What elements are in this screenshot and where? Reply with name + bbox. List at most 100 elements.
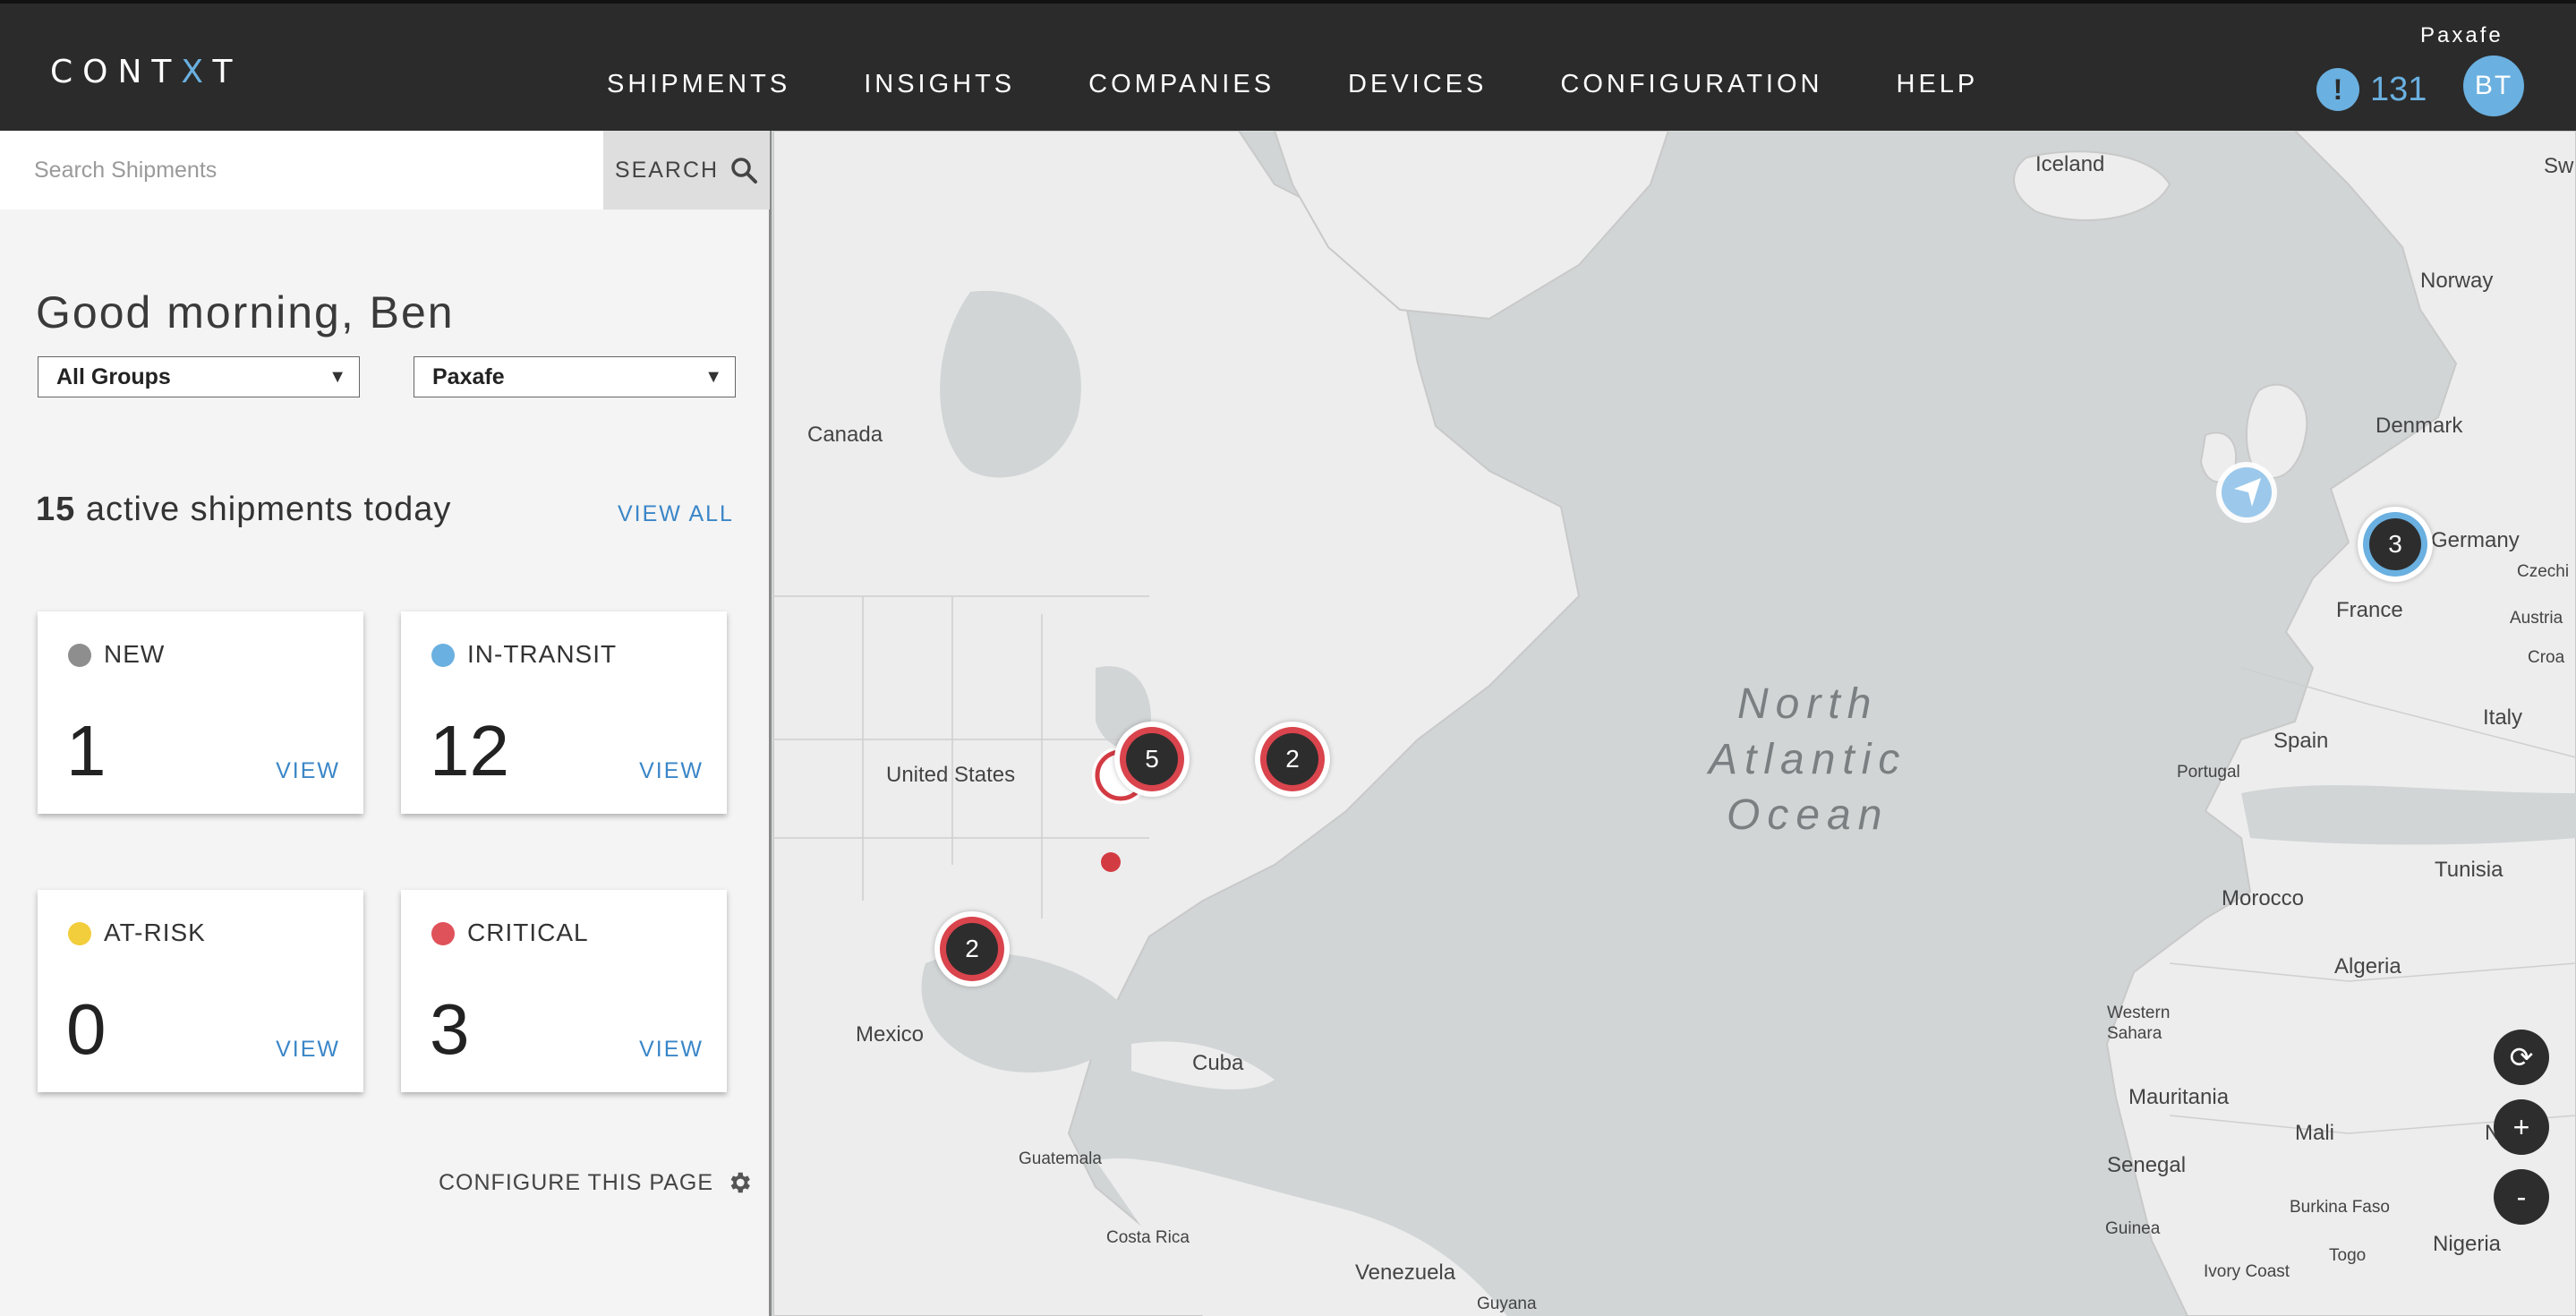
nav-companies[interactable]: COMPANIES (1088, 70, 1275, 99)
place-label: Portugal (2177, 763, 2240, 782)
place-label: Italy (2483, 705, 2523, 730)
exclamation-icon: ! (2316, 68, 2359, 111)
logo-text-x: X (181, 54, 213, 90)
shipment-cluster[interactable]: 3 (2358, 507, 2433, 582)
shipment-marker (1101, 852, 1121, 872)
alerts-indicator[interactable]: ! 131 (2316, 68, 2427, 111)
place-label: Morocco (2222, 886, 2305, 910)
view-at-risk-link[interactable]: VIEW (276, 1037, 340, 1063)
sidebar: SEARCH Good morning, Ben All Groups ▼ Pa… (0, 131, 772, 1316)
place-label: Senegal (2107, 1153, 2187, 1177)
place-label: Guyana (1477, 1295, 1537, 1313)
place-label: Nigeria (2433, 1232, 2502, 1256)
logo-text-suffix: T (212, 54, 243, 90)
place-label: Croa (2528, 648, 2565, 667)
view-critical-link[interactable]: VIEW (639, 1037, 704, 1063)
shipments-map[interactable]: Iceland Norway Denmark Sw Canada Germany… (773, 131, 2576, 1316)
place-label: Ivory Coast (2204, 1262, 2290, 1281)
active-shipments-summary: 15 active shipments today (36, 491, 451, 529)
place-label: Algeria (2334, 954, 2401, 978)
company-select-value: Paxafe (432, 363, 505, 389)
place-label: Burkina Faso (2290, 1198, 2390, 1217)
nav-shipments[interactable]: SHIPMENTS (607, 70, 790, 99)
status-dot (68, 922, 91, 945)
view-in-transit-link[interactable]: VIEW (639, 758, 704, 784)
cluster-ring: 2 (940, 917, 1004, 981)
zoom-in-button[interactable]: + (2494, 1099, 2549, 1155)
cluster-ring: 3 (2363, 512, 2427, 577)
shipment-cluster[interactable]: 2 (1255, 722, 1330, 797)
shipment-cluster[interactable]: 2 (934, 911, 1010, 987)
place-label: Mali (2295, 1121, 2335, 1145)
nav-devices[interactable]: DEVICES (1348, 70, 1487, 99)
cluster-count: 3 (2369, 518, 2421, 570)
place-label: Austria (2510, 609, 2563, 628)
shipment-cluster[interactable]: 5 (1114, 722, 1190, 797)
nav-configuration[interactable]: CONFIGURATION (1560, 70, 1822, 99)
cluster-count: 2 (946, 923, 998, 975)
cluster-count: 2 (1267, 733, 1318, 785)
cluster-ring: 2 (1260, 727, 1325, 791)
place-label: Iceland (2035, 152, 2105, 176)
group-select-value: All Groups (56, 363, 171, 389)
ocean-label: North Atlantic Ocean (1709, 677, 1906, 843)
place-label: Denmark (2376, 414, 2463, 438)
view-all-link[interactable]: VIEW ALL (618, 501, 734, 527)
search-button[interactable]: SEARCH (603, 131, 770, 209)
search-icon (731, 158, 758, 184)
status-card-critical[interactable]: CRITICAL 3 VIEW (401, 890, 727, 1092)
place-label: Cuba (1192, 1051, 1244, 1075)
zoom-out-button[interactable]: - (2494, 1169, 2549, 1225)
status-dot (431, 922, 455, 945)
place-label: Mauritania (2128, 1085, 2230, 1109)
place-label: Tunisia (2435, 858, 2503, 882)
place-label: Mexico (856, 1022, 925, 1047)
place-label: Guatemala (1019, 1149, 1102, 1168)
status-label: AT-RISK (104, 919, 206, 946)
user-avatar[interactable]: BT (2463, 56, 2524, 116)
status-dot (68, 644, 91, 667)
status-card-at-risk[interactable]: AT-RISK 0 VIEW (38, 890, 363, 1092)
status-count: 12 (430, 711, 509, 790)
place-label: Germany (2431, 528, 2520, 552)
active-shipments-count: 15 (36, 491, 76, 528)
minus-icon: - (2516, 1180, 2527, 1213)
cluster-count: 5 (1126, 733, 1178, 785)
greeting: Good morning, Ben (36, 287, 455, 338)
plus-icon: + (2512, 1110, 2530, 1143)
place-label: France (2336, 598, 2403, 622)
status-dot (431, 644, 455, 667)
place-label: Sw (2544, 154, 2574, 178)
status-card-new[interactable]: NEW 1 VIEW (38, 611, 363, 814)
status-count: 0 (66, 989, 107, 1069)
logo-text-prefix: CONT (50, 54, 182, 90)
place-label: Spain (2273, 729, 2329, 753)
nav-help[interactable]: HELP (1897, 70, 1979, 99)
place-label: United States (886, 763, 1016, 787)
place-label: Guinea (2105, 1219, 2161, 1238)
contxt-logo[interactable]: CONTXT (50, 54, 242, 90)
search-input[interactable] (0, 131, 603, 209)
place-label: Norway (2420, 269, 2494, 293)
group-select[interactable]: All Groups ▼ (38, 356, 360, 397)
view-new-link[interactable]: VIEW (276, 758, 340, 784)
configure-label: CONFIGURE THIS PAGE (439, 1169, 714, 1195)
place-label: Togo (2329, 1246, 2367, 1265)
cluster-ring: 5 (1120, 727, 1184, 791)
place-label: Western Sahara (2107, 1004, 2171, 1043)
user-company-name: Paxafe (2420, 23, 2503, 47)
place-label: Costa Rica (1106, 1228, 1190, 1247)
status-label: NEW (104, 640, 166, 668)
map-refresh-button[interactable]: ⟳ (2494, 1030, 2549, 1085)
configure-page-button[interactable]: CONFIGURE THIS PAGE (439, 1169, 753, 1196)
status-card-in-transit[interactable]: IN-TRANSIT 12 VIEW (401, 611, 727, 814)
status-count: 1 (66, 711, 107, 790)
main-nav: SHIPMENTS INSIGHTS COMPANIES DEVICES CON… (607, 70, 2051, 99)
place-label: Venezuela (1355, 1260, 1456, 1285)
nav-insights[interactable]: INSIGHTS (864, 70, 1015, 99)
status-count: 3 (430, 989, 470, 1069)
ocean-label-text: North Atlantic Ocean (1709, 680, 1907, 839)
alert-count: 131 (2370, 70, 2427, 108)
status-label: IN-TRANSIT (467, 640, 618, 668)
company-select[interactable]: Paxafe ▼ (414, 356, 736, 397)
